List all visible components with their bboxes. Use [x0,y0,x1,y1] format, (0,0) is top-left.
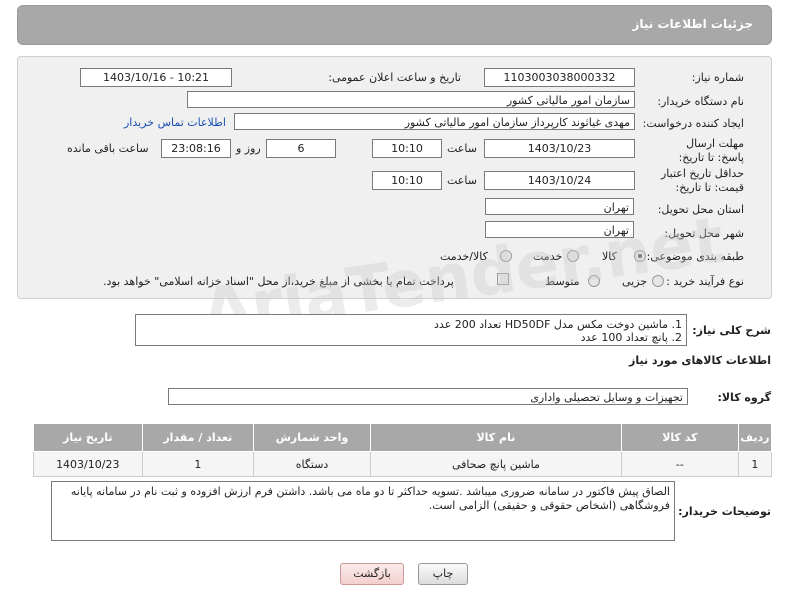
category-radio-goods[interactable] [634,250,646,262]
buyer-notes-textarea: الصاق پیش فاکتور در سامانه ضروری میباشد … [51,481,675,541]
print-button[interactable]: چاپ [418,563,468,585]
col-row-header: ردیف [737,423,773,452]
buyer-org-label: نام دستگاه خریدار: [657,95,744,108]
process-option-medium: متوسط [545,275,580,288]
cell-date: 1403/10/23 [33,451,143,477]
cell-qty: 1 [141,451,255,477]
col-name-header: نام کالا [369,423,622,452]
validity-label: حداقل تاریخ اعتبار قیمت: تا تاریخ: [660,167,744,194]
description-line-2: 2. پانچ تعداد 100 عدد [580,331,682,344]
remaining-label: ساعت باقی مانده [67,142,149,155]
validity-date-field: 1403/10/24 [484,171,635,190]
creator-field: مهدی غیاثوند کارپرداز سازمان امور مالیات… [234,113,635,130]
col-code-header: کد کالا [620,423,739,452]
col-unit-header: واحد شمارش [253,423,371,452]
cell-row: 1 [737,451,773,477]
announce-field: 1403/10/16 - 10:21 [80,68,232,87]
buyer-notes-label: توضیحات خریدار: [678,505,771,518]
category-option-goods: کالا [602,250,617,263]
description-textarea: 1. ماشین دوخت مکس مدل HD50DF تعداد 200 ع… [135,314,687,346]
validity-time-label: ساعت [447,174,477,187]
treasury-payment-note: پرداخت تمام یا بخشی از مبلغ خرید،از محل … [103,275,454,288]
creator-label: ایجاد کننده درخواست: [642,117,744,130]
validity-time-field: 10:10 [372,171,442,190]
page-header: جزئیات اطلاعات نیاز [17,5,772,45]
cell-unit: دستگاه [253,451,371,477]
goods-table-header-row: ردیف کد کالا نام کالا واحد شمارش تعداد /… [33,423,773,452]
contact-info-link[interactable]: اطلاعات تماس خریدار [124,116,226,129]
col-qty-header: تعداد / مقدار [141,423,255,452]
goods-table: ردیف کد کالا نام کالا واحد شمارش تعداد /… [33,423,773,477]
city-field: تهران [485,221,634,238]
back-button[interactable]: بازگشت [340,563,404,585]
process-label: نوع فرآیند خرید : [666,275,744,288]
cell-code: -- [620,451,739,477]
need-number-label: شماره نیاز: [691,71,744,84]
goods-group-label: گروه کالا: [717,391,771,404]
city-label: شهر محل تحویل: [664,227,744,240]
need-number-field: 1103003038000332 [484,68,635,87]
province-label: استان محل تحویل: [657,203,744,216]
deadline-time-label: ساعت [447,142,477,155]
category-radio-service[interactable] [567,250,579,262]
category-option-goods-service: کالا/خدمت [440,250,488,263]
deadline-label: مهلت ارسال پاسخ: تا تاریخ: [678,137,744,164]
process-option-minor: جزیی [622,275,648,288]
table-row: 1 -- ماشین پانچ صحافی دستگاه 1 1403/10/2… [33,451,773,477]
treasury-payment-checkbox[interactable] [497,273,509,285]
category-radio-goods-service[interactable] [500,250,512,262]
cell-name: ماشین پانچ صحافی [369,451,622,477]
description-label: شرح کلی نیاز: [692,324,771,337]
deadline-time-field: 10:10 [372,139,442,158]
days-field: 6 [266,139,336,158]
buyer-org-field: سازمان امور مالیاتی کشور [187,91,635,108]
days-label: روز و [236,142,261,155]
province-field: تهران [485,198,634,215]
process-radio-medium[interactable] [588,275,600,287]
col-date-header: تاریخ نیاز [33,423,143,452]
remaining-time-field: 23:08:16 [161,139,231,158]
description-line-1: 1. ماشین دوخت مکس مدل HD50DF تعداد 200 ع… [434,318,682,331]
process-radio-minor[interactable] [652,275,664,287]
category-label: طبقه بندی موضوعی: [646,250,744,263]
page-title: جزئیات اطلاعات نیاز [632,17,753,31]
deadline-date-field: 1403/10/23 [484,139,635,158]
goods-section-title: اطلاعات کالاهای مورد نیاز [629,354,771,367]
goods-group-field: تجهیزات و وسایل تحصیلی واداری [168,388,688,405]
announce-label: تاریخ و ساعت اعلان عمومی: [328,71,461,84]
category-option-service: خدمت [533,250,563,263]
